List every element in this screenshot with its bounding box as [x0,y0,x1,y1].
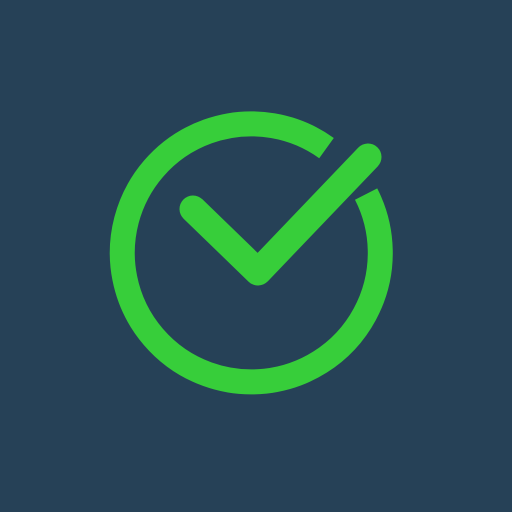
check-mark [179,143,382,286]
icon-canvas [0,0,512,512]
check-circle-icon [109,111,393,395]
